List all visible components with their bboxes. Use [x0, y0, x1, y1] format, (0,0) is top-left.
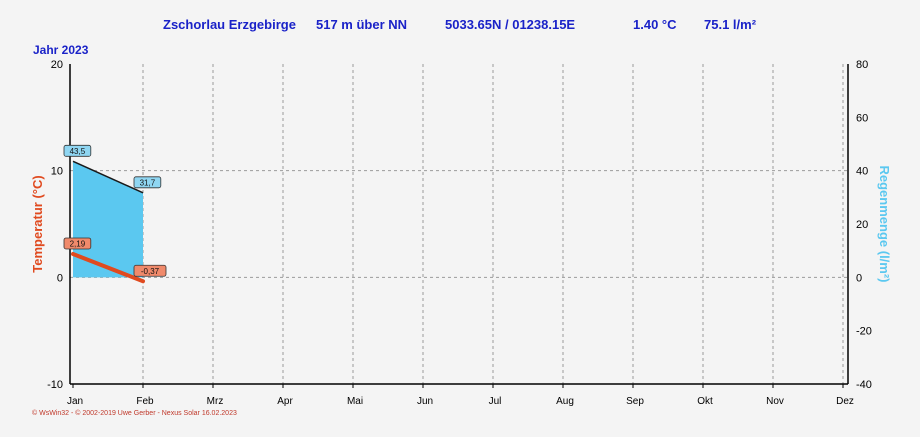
- temperature-value-label: 2,19: [63, 237, 92, 250]
- x-tick-label: Dez: [836, 396, 854, 407]
- left-tick-label: -10: [47, 379, 63, 391]
- right-tick-label: -40: [856, 379, 872, 391]
- right-axis-title: Regenmenge (l/m²): [877, 165, 892, 282]
- left-axis-title: Temperatur (°C): [30, 175, 45, 272]
- temperature-value-label: -0,37: [133, 264, 167, 277]
- value-label-text: 43,5: [70, 147, 86, 156]
- rain-value-label: 43,5: [63, 144, 92, 157]
- rain-value-label: 31,7: [133, 176, 162, 189]
- right-tick-label: 60: [856, 112, 868, 124]
- copyright-footer: © WsWin32 - © 2002-2019 Uwe Gerber - Nex…: [32, 410, 237, 417]
- climate-chart: Jan Feb Mrz Apr Mai Jun Jul Aug Sep Okt Nov Dez 20 10…: [30, 59, 892, 407]
- value-label-text: -0,37: [141, 267, 160, 276]
- x-tick-label: Feb: [136, 396, 154, 407]
- x-tick-label: Jun: [417, 396, 433, 407]
- right-tick-label: 80: [856, 59, 868, 71]
- value-label-text: 2,19: [70, 239, 86, 248]
- right-tick-label: 40: [856, 166, 868, 178]
- x-tick-label: Okt: [697, 396, 713, 407]
- x-tick-label: Aug: [556, 396, 574, 407]
- x-tick-label: Jan: [67, 396, 83, 407]
- x-tick-label: Jul: [489, 396, 502, 407]
- left-tick-label: 20: [51, 59, 63, 71]
- right-tick-label: 0: [856, 272, 862, 284]
- right-tick-label: -20: [856, 326, 872, 338]
- value-label-text: 31,7: [140, 178, 156, 187]
- left-tick-label: 0: [57, 272, 63, 284]
- x-tick-label: Apr: [277, 396, 293, 407]
- x-tick-label: Sep: [626, 396, 644, 407]
- left-tick-label: 10: [51, 166, 63, 178]
- x-tick-label: Mai: [347, 396, 363, 407]
- chart-window: Zschorlau Erzgebirge 517 m über NN 5033.…: [0, 0, 920, 437]
- right-tick-label: 20: [856, 219, 868, 231]
- x-tick-label: Nov: [766, 396, 784, 407]
- x-tick-label: Mrz: [207, 396, 224, 407]
- plot-background: [70, 64, 848, 384]
